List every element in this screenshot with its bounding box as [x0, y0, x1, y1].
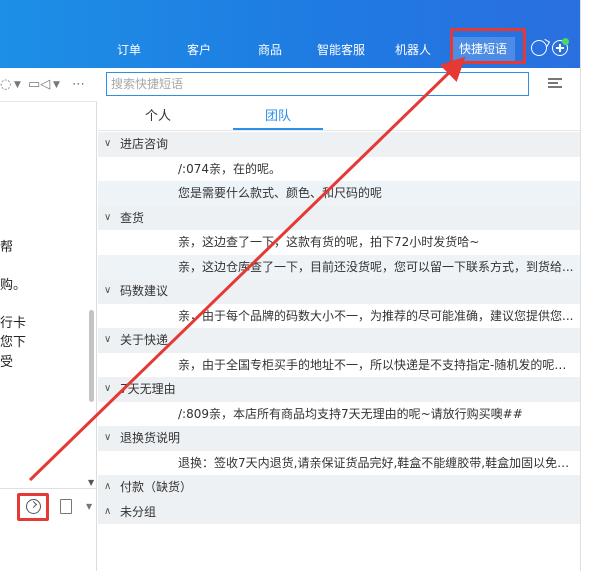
phrase-group-header[interactable]: ∨ 退换货说明	[98, 426, 580, 451]
message-fragment: 您下	[0, 335, 27, 350]
message-fragment: 行卡	[0, 316, 27, 331]
message-fragment: 购。	[0, 278, 27, 293]
dropdown-caret-icon[interactable]: ▼	[14, 80, 21, 90]
dropdown-caret-icon[interactable]: ▼	[53, 80, 60, 90]
phrase-item[interactable]: 亲，由于每个品牌的码数大小不一，为推荐的尽可能准确，建议您提供您...	[98, 304, 580, 329]
phrase-item[interactable]: /:074亲，在的呢。	[98, 157, 580, 182]
chevron-down-icon: ∨	[104, 285, 112, 296]
status-dot	[562, 38, 569, 45]
refresh-icon[interactable]	[531, 40, 547, 56]
nav-robot[interactable]: 机器人	[395, 40, 431, 60]
tab-team[interactable]: 团队	[233, 106, 323, 130]
phrase-item[interactable]: 亲，这边查了一下，这款有货的呢，拍下72小时发货哈~	[98, 230, 580, 255]
nav-customers[interactable]: 客户	[187, 40, 211, 60]
highlight-box-quick-phrases-tab	[450, 28, 526, 64]
phrase-group-header[interactable]: ∨ 7天无理由	[98, 377, 580, 402]
quick-phrases-panel: 个人 团队 ∨进店咨询 /:074亲，在的呢。 您是需要什么款式、颜色、和尺码的…	[98, 68, 580, 571]
more-icon[interactable]: ⋯	[72, 77, 85, 92]
phrase-item[interactable]: 您是需要什么款式、颜色、和尺码的呢	[98, 181, 580, 206]
dropdown-caret-icon[interactable]: ▼	[86, 502, 92, 511]
emoji-icon[interactable]: ◌	[0, 77, 11, 92]
chevron-up-icon: ∧	[104, 481, 112, 492]
chat-scrollbar[interactable]	[89, 310, 94, 402]
chevron-up-icon: ∧	[104, 505, 112, 517]
chevron-down-icon: ∨	[104, 334, 112, 345]
search-input[interactable]	[107, 73, 528, 95]
tab-personal[interactable]: 个人	[118, 106, 198, 130]
search-box[interactable]	[106, 72, 529, 96]
phrase-list: ∨ 进店咨询 /:074亲，在的呢。 您是需要什么款式、颜色、和尺码的呢 ∨ 查货 …	[98, 132, 580, 524]
chevron-down-icon: ∨	[104, 138, 112, 149]
quick-phrase-button[interactable]	[17, 493, 49, 521]
message-fragment: 受	[0, 355, 14, 370]
phrase-item[interactable]: 亲，这边仓库查了一下，目前还没货呢，您可以留一下联系方式，到货给...	[98, 254, 580, 279]
quick-reply-icon	[26, 499, 41, 514]
chevron-down-icon: ∨	[104, 432, 112, 443]
nav-orders[interactable]: 订单	[117, 40, 141, 60]
phrase-group-header[interactable]: ∨ 关于快递	[98, 328, 580, 353]
window-edge	[580, 0, 592, 571]
chevron-down-icon: ∨	[104, 211, 112, 223]
phrase-item[interactable]: /:809亲，本店所有商品均支持7天无理由的呢~请放行购买噢##	[98, 402, 580, 427]
divider	[98, 130, 580, 131]
phrase-group-header[interactable]: ∨ 查货	[98, 205, 580, 230]
sort-icon[interactable]	[548, 78, 562, 90]
nav-smart-service[interactable]: 智能客服	[317, 40, 365, 60]
phrase-group-header[interactable]: ∨ 进店咨询	[98, 132, 580, 157]
document-icon[interactable]	[60, 499, 72, 514]
phrase-item[interactable]: 亲，由于全国专柜买手的地址不一，所以快递是不支持指定-随机发的呢，...	[98, 353, 580, 378]
phrase-group-header[interactable]: ∧ 付款（缺货）	[98, 475, 580, 500]
scroll-down-icon[interactable]: ▼	[88, 478, 94, 487]
message-fragment: 帮	[0, 240, 14, 255]
chat-toolbar: ◌ ▼ ▭◁ ▼ ⋯	[0, 68, 97, 102]
phrase-item[interactable]: 退换：签收7天内退货,请亲保证货品完好,鞋盒不能缠胶带,鞋盒加固以免退...	[98, 451, 580, 476]
chevron-down-icon: ∨	[104, 383, 112, 394]
phrase-group-header[interactable]: ∧ 未分组	[98, 499, 580, 524]
divider	[0, 488, 97, 489]
nav-products[interactable]: 商品	[258, 40, 282, 60]
video-icon[interactable]: ▭◁	[28, 77, 50, 92]
phrase-group-header[interactable]: ∨ 码数建议	[98, 279, 580, 304]
